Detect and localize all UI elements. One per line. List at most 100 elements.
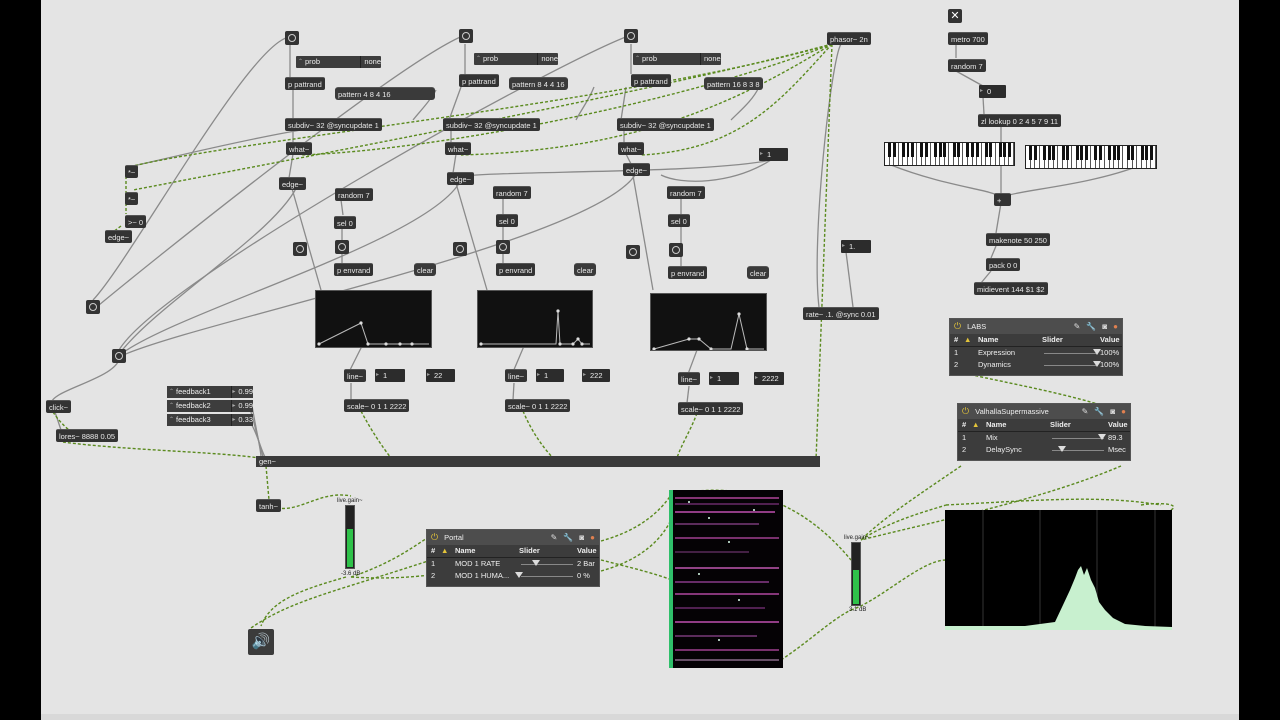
feedback-value[interactable]: 0.33: [232, 414, 253, 426]
what-voice3[interactable]: what~: [618, 142, 645, 155]
number-b-voice3[interactable]: 2222: [754, 372, 784, 385]
pencil-icon[interactable]: ✎: [1074, 322, 1081, 331]
zl-lookup-object[interactable]: zl lookup 0 2 4 5 7 9 11: [978, 114, 1061, 127]
black-key[interactable]: [957, 143, 961, 157]
prob-menu-voice3[interactable]: prob none: [633, 53, 721, 65]
black-key[interactable]: [892, 143, 896, 157]
pencil-icon[interactable]: ✎: [1082, 407, 1089, 416]
bang-sel-voice2[interactable]: [496, 240, 510, 254]
black-key[interactable]: [1003, 143, 1007, 157]
subdiv-voice2[interactable]: subdiv~ 32 @syncupdate 1: [443, 118, 540, 131]
what-voice2[interactable]: what~: [445, 142, 472, 155]
random-voice1[interactable]: random 7: [335, 188, 373, 201]
number-one-mid[interactable]: 1: [759, 148, 788, 161]
sel-voice2[interactable]: sel 0: [496, 214, 518, 227]
clear-message-voice3[interactable]: clear: [747, 266, 770, 279]
bang-env-voice2[interactable]: [453, 242, 467, 256]
edge-voice2[interactable]: edge~: [447, 172, 475, 185]
black-key[interactable]: [975, 143, 979, 157]
gen-object[interactable]: gen~: [256, 456, 820, 467]
random-object-top[interactable]: random 7: [948, 59, 986, 72]
black-key[interactable]: [924, 143, 928, 157]
pattrand-voice3[interactable]: p pattrand: [631, 74, 671, 87]
param-row[interactable]: 1 Mix 89.3: [958, 432, 1130, 444]
line-voice2[interactable]: line~: [505, 369, 528, 382]
number-a-voice3[interactable]: 1: [709, 372, 739, 385]
scale-voice3[interactable]: scale~ 0 1 1 2222: [678, 402, 744, 415]
plus-object[interactable]: +: [994, 193, 1011, 206]
mult-object-1[interactable]: *~: [125, 165, 139, 178]
keyboard-left[interactable]: [884, 142, 1015, 166]
makenote-object[interactable]: makenote 50 250: [986, 233, 1050, 246]
phasor-object[interactable]: phasor~ 2n: [827, 32, 871, 45]
scale-voice1[interactable]: scale~ 0 1 1 2222: [344, 399, 410, 412]
param-row[interactable]: 2 Dynamics 100%: [950, 359, 1122, 371]
random-voice3[interactable]: random 7: [667, 186, 705, 199]
bang-sel-voice1[interactable]: [335, 240, 349, 254]
black-key[interactable]: [1080, 146, 1084, 160]
settings-icon[interactable]: ●: [1121, 407, 1126, 416]
black-key[interactable]: [1149, 146, 1153, 160]
wrench-icon[interactable]: 🔧: [1086, 322, 1096, 331]
black-key[interactable]: [943, 143, 947, 157]
black-key[interactable]: [1061, 146, 1065, 160]
param-row[interactable]: 1 Expression 100%: [950, 347, 1122, 359]
param-slider[interactable]: [1050, 444, 1108, 456]
gain-meter-left[interactable]: [345, 505, 355, 569]
number-zero[interactable]: 0: [979, 85, 1006, 98]
function-editor-voice2[interactable]: [477, 290, 593, 348]
lores-object[interactable]: lores~ 8888 0.05: [56, 429, 119, 442]
camera-icon[interactable]: ◙: [1110, 407, 1115, 416]
speaker-icon[interactable]: 🔊: [248, 629, 274, 655]
clear-message-voice2[interactable]: clear: [574, 263, 597, 276]
black-key[interactable]: [998, 143, 1002, 157]
black-key[interactable]: [952, 143, 956, 157]
black-key[interactable]: [1052, 146, 1056, 160]
black-key[interactable]: [1094, 146, 1098, 160]
wrench-icon[interactable]: 🔧: [1094, 407, 1104, 416]
bang-env-voice3[interactable]: [626, 245, 640, 259]
function-editor-voice3[interactable]: [650, 293, 767, 351]
black-key[interactable]: [1126, 146, 1130, 160]
feedback2-control[interactable]: feedback2 0.99: [167, 400, 253, 412]
bang-voice2[interactable]: [459, 29, 473, 43]
black-key[interactable]: [934, 143, 938, 157]
black-key[interactable]: [1047, 146, 1051, 160]
black-key[interactable]: [1029, 146, 1033, 160]
envrand-voice1[interactable]: p envrand: [334, 263, 374, 276]
feedback3-control[interactable]: feedback3 0.33: [167, 414, 253, 426]
envrand-voice3[interactable]: p envrand: [668, 266, 708, 279]
wrench-icon[interactable]: 🔧: [563, 533, 573, 542]
sel-voice1[interactable]: sel 0: [334, 216, 356, 229]
black-key[interactable]: [901, 143, 905, 157]
settings-icon[interactable]: ●: [590, 533, 595, 542]
portal-plugin[interactable]: ⏻ Portal ✎ 🔧 ◙ ● # ▲ Name Slider Value 1 …: [426, 529, 600, 587]
bang-env-voice1[interactable]: [293, 242, 307, 256]
black-key[interactable]: [938, 143, 942, 157]
pattern-message-voice2[interactable]: pattern 8 4 4 16: [509, 77, 568, 90]
settings-icon[interactable]: ●: [1113, 322, 1118, 331]
number-a-voice2[interactable]: 1: [536, 369, 564, 382]
pattrand-voice2[interactable]: p pattrand: [459, 74, 499, 87]
scale-voice2[interactable]: scale~ 0 1 1 2222: [505, 399, 571, 412]
number-b-voice1[interactable]: 22: [426, 369, 455, 382]
edge-voice3[interactable]: edge~: [623, 163, 651, 176]
rate-object[interactable]: rate~ .1. @sync 0.01: [803, 307, 879, 320]
black-key[interactable]: [1066, 146, 1070, 160]
what-voice1[interactable]: what~: [286, 142, 313, 155]
camera-icon[interactable]: ◙: [1102, 322, 1107, 331]
number-float[interactable]: 1.: [841, 240, 871, 253]
feedback-value[interactable]: 0.99: [232, 400, 253, 412]
black-key[interactable]: [989, 143, 993, 157]
bang-left-2[interactable]: [112, 349, 126, 363]
line-voice3[interactable]: line~: [678, 372, 701, 385]
black-key[interactable]: [1043, 146, 1047, 160]
prob-menu-voice2[interactable]: prob none: [474, 53, 558, 65]
sort-icon[interactable]: ▲: [441, 545, 455, 557]
number-a-voice1[interactable]: 1: [375, 369, 405, 382]
black-key[interactable]: [1007, 143, 1011, 157]
pattern-message-voice3[interactable]: pattern 16 8 3 8: [704, 77, 763, 90]
black-key[interactable]: [888, 143, 892, 157]
keyboard-right[interactable]: [1025, 145, 1157, 169]
subdiv-voice3[interactable]: subdiv~ 32 @syncupdate 1: [617, 118, 714, 131]
